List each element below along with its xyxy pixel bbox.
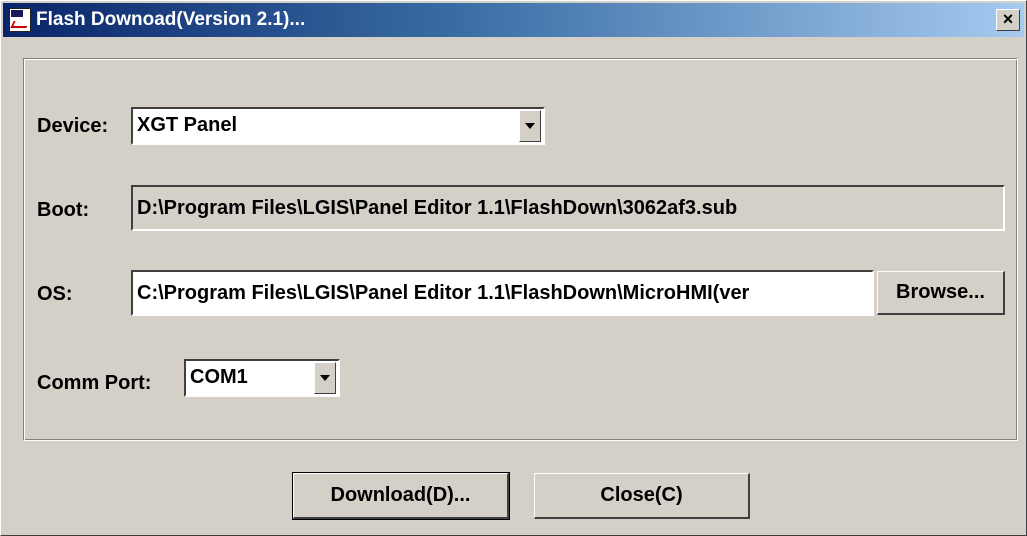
device-label: Device: bbox=[37, 115, 109, 137]
boot-path-field: D:\Program Files\LGIS\Panel Editor 1.1\F… bbox=[131, 185, 1005, 231]
comm-port-label: Comm Port: bbox=[37, 372, 152, 394]
comm-port-select[interactable]: COM1 bbox=[184, 359, 340, 397]
flash-download-dialog: Flash Downoad(Version 2.1)... × Device: … bbox=[0, 0, 1027, 536]
window-title: Flash Downoad(Version 2.1)... bbox=[36, 9, 306, 30]
boot-label: Boot: bbox=[37, 199, 90, 221]
title-bar[interactable]: Flash Downoad(Version 2.1)... × bbox=[3, 3, 1024, 37]
browse-button[interactable]: Browse... bbox=[877, 271, 1005, 315]
comm-port-value: COM1 bbox=[190, 366, 248, 388]
chevron-down-icon[interactable] bbox=[314, 362, 336, 394]
close-icon[interactable]: × bbox=[996, 9, 1020, 31]
boot-path-value: D:\Program Files\LGIS\Panel Editor 1.1\F… bbox=[137, 197, 738, 219]
app-icon bbox=[9, 8, 31, 32]
chevron-down-icon[interactable] bbox=[519, 110, 541, 142]
download-button[interactable]: Download(D)... bbox=[292, 472, 510, 520]
device-select[interactable]: XGT Panel bbox=[131, 107, 545, 145]
os-label: OS: bbox=[37, 283, 73, 305]
os-path-field[interactable]: C:\Program Files\LGIS\Panel Editor 1.1\F… bbox=[131, 270, 874, 316]
device-select-value: XGT Panel bbox=[137, 114, 238, 136]
os-path-value: C:\Program Files\LGIS\Panel Editor 1.1\F… bbox=[137, 282, 750, 304]
close-button[interactable]: Close(C) bbox=[534, 473, 750, 519]
